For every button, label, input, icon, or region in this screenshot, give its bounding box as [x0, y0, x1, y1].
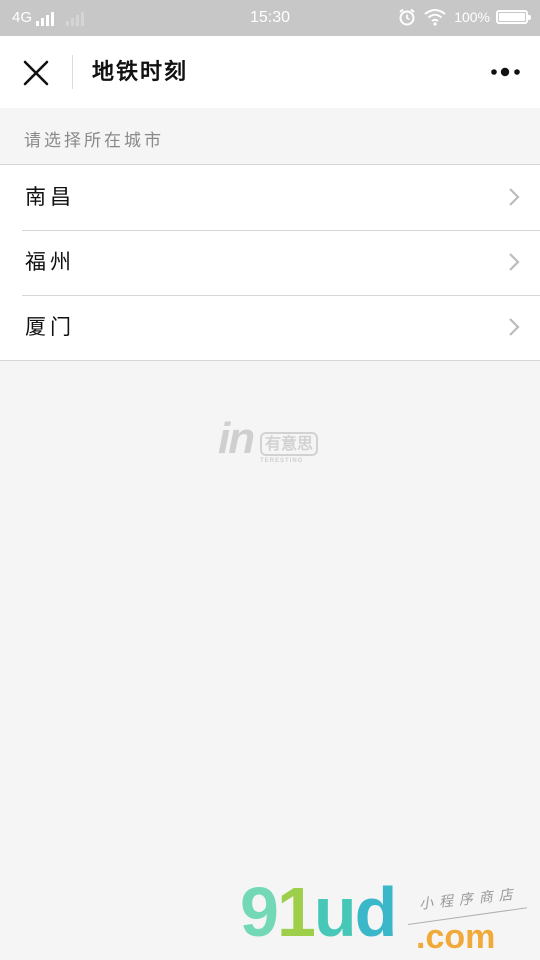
more-dots-icon [491, 67, 520, 77]
chevron-right-icon [509, 253, 520, 271]
watermark-logo: 91ud [240, 872, 398, 952]
city-name: 南昌 [25, 185, 75, 209]
logo-mark: in [218, 414, 255, 463]
close-button[interactable] [16, 53, 56, 93]
status-bar: 4G 15:30 100% [0, 0, 540, 36]
city-item-fuzhou[interactable]: 福州 [0, 230, 540, 295]
watermark: 91ud 小程序商店 .com [240, 873, 540, 960]
city-item-nanchang[interactable]: 南昌 [0, 165, 540, 230]
city-list: 南昌 福州 厦门 [0, 164, 540, 361]
page-title: 地铁时刻 [92, 59, 189, 85]
logo-sub-text: TERESTING [260, 458, 304, 464]
close-icon [23, 60, 49, 86]
battery-percent: 100% [454, 9, 490, 25]
watermark-domain: .com [416, 918, 496, 956]
city-name: 厦门 [25, 315, 75, 339]
nav-divider [72, 55, 73, 89]
watermark-char: u [313, 873, 357, 951]
alarm-icon [399, 8, 415, 26]
watermark-char: 9 [240, 873, 279, 951]
city-name: 福州 [25, 250, 75, 274]
status-right: 100% [398, 8, 531, 26]
chevron-right-icon [509, 318, 520, 336]
logo-cn-text: 有意思 [260, 432, 319, 456]
city-item-xiamen[interactable]: 厦门 [0, 295, 540, 360]
chevron-right-icon [509, 188, 520, 206]
section-header: 请选择所在城市 [24, 131, 164, 151]
more-button[interactable] [486, 56, 526, 88]
wifi-icon [424, 9, 446, 26]
brand-logo: in 有意思 TERESTING [218, 414, 328, 470]
nav-bar: 地铁时刻 [0, 36, 540, 108]
watermark-char: d [354, 873, 398, 951]
watermark-char: 1 [276, 873, 316, 951]
battery-icon [496, 10, 531, 24]
battery-fill [499, 13, 525, 21]
